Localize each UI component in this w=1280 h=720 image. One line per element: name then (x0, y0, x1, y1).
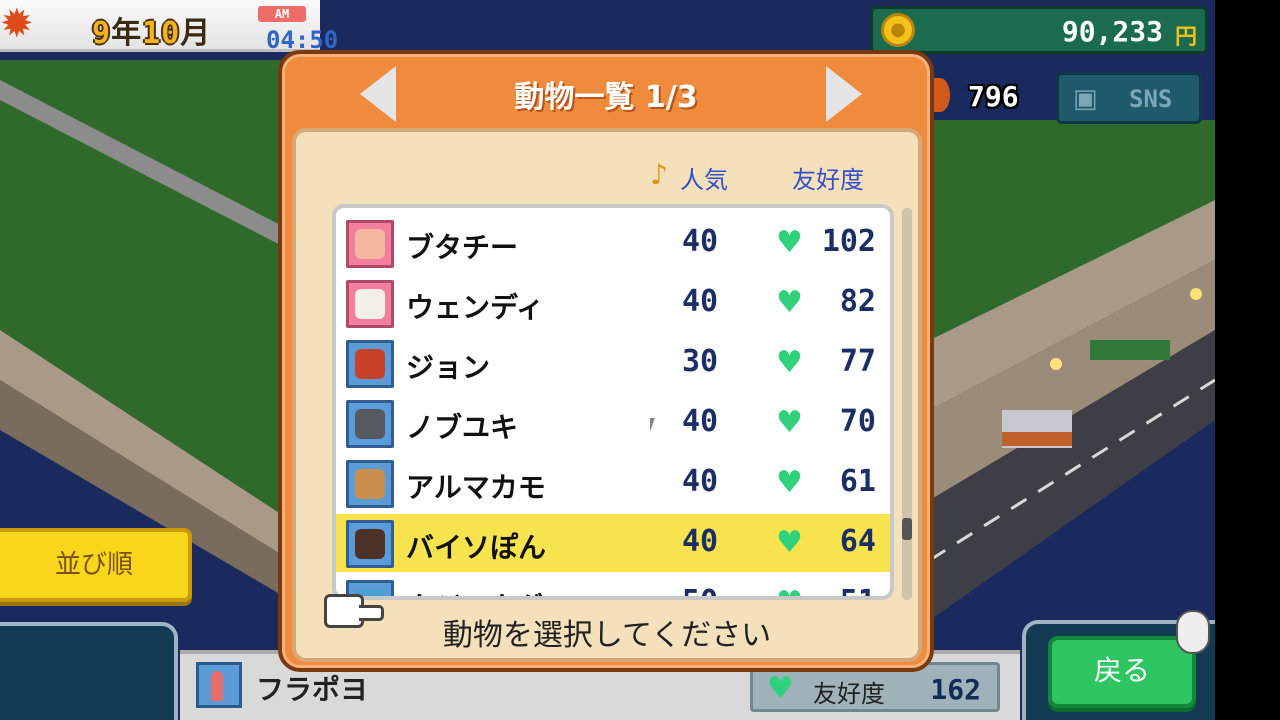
date-time-bar: ✹ 9年10月 AM 04:50 (0, 0, 338, 54)
screen-edge (1215, 0, 1280, 720)
heart-icon: ♥ (776, 405, 803, 440)
friendship-column-header[interactable]: 友好度 (792, 160, 864, 195)
animal-popularity: 30 (682, 344, 719, 379)
animal-row[interactable]: ジョン 30 ♥ 77 (336, 334, 890, 392)
animal-name: クジャクダス (406, 586, 571, 596)
animal-list: ブタチー 40 ♥ 102 ウェンディ 40 ♥ 82 ジョン 30 ♥ 77 ノブユキ 40 ♥ 70 アルマ… (332, 204, 894, 600)
friendship-total-value: 162 (930, 673, 981, 706)
animal-face (355, 349, 385, 379)
dialog-content: ♪ 人気 友好度 ブタチー 40 ♥ 102 ウェンディ 40 ♥ 82 ジョン 30 ♥ 77 ノブユ… (292, 128, 922, 662)
animal-popularity: 40 (682, 284, 719, 319)
animal-row[interactable]: バイソぽん 40 ♥ 64 (336, 514, 890, 572)
animal-row[interactable]: ウェンディ 40 ♥ 82 (336, 274, 890, 332)
animal-friendship: 82 (839, 284, 876, 319)
animal-portrait-icon (346, 520, 394, 568)
instruction-text: 動物を選択してください (442, 618, 772, 653)
animal-friendship: 70 (839, 404, 876, 439)
heart-icon: ♥ (776, 525, 803, 560)
animal-face (355, 229, 385, 259)
ampm-badge: AM (258, 6, 306, 22)
animal-popularity: 40 (682, 464, 719, 499)
animal-popularity: 40 (682, 224, 719, 259)
animal-popularity: 40 (682, 524, 719, 559)
animal-friendship: 77 (839, 344, 876, 379)
mouse-widget-icon[interactable] (1176, 610, 1210, 654)
money-value: 90,233 (1061, 15, 1163, 48)
animal-name: バイソぽん (406, 531, 547, 564)
animal-portrait-icon (346, 280, 394, 328)
animal-name: ジョン (406, 351, 491, 384)
animal-portrait-icon (346, 220, 394, 268)
maple-leaf-icon: ✹ (0, 1, 34, 47)
animal-portrait-icon (346, 460, 394, 508)
animal-name: ウェンディ (406, 291, 545, 324)
animal-friendship: 51 (804, 584, 876, 596)
flamingo-icon (196, 662, 242, 708)
currency-label: 円 (1174, 25, 1197, 50)
game-date: 9年10月 (92, 8, 211, 52)
popularity-column-header[interactable]: 人気 (680, 160, 728, 195)
animal-face (355, 469, 385, 499)
animal-friendship: 102 (821, 224, 876, 259)
animal-row[interactable]: クジャクダス 50 ♥51 (336, 574, 890, 597)
animal-popularity: 40 (682, 404, 719, 439)
heart-icon: ♥ (776, 285, 803, 320)
mouse-cursor-icon (650, 418, 655, 432)
heart-icon: ♥ (776, 586, 803, 597)
animal-row[interactable]: ブタチー 40 ♥ 102 (336, 214, 890, 272)
sns-button[interactable]: ▣ SNS (1056, 72, 1202, 124)
coin-icon: ● (881, 13, 915, 47)
animal-name: アルマカモ (406, 471, 546, 504)
animal-name: ノブユキ (406, 411, 519, 444)
list-scrollbar[interactable] (902, 208, 912, 600)
animal-row[interactable]: ノブユキ 40 ♥ 70 (336, 394, 890, 452)
month-unit: 月 (180, 16, 212, 51)
animal-name: ブタチー (406, 231, 519, 264)
animal-list-dialog: 動物一覧 1/3 ♪ 人気 友好度 ブタチー 40 ♥ 102 ウェンディ 40 ♥ 82 ジョ… (278, 50, 934, 672)
month-value: 10 (142, 16, 181, 51)
heart-icon: ♥ (776, 225, 803, 260)
money-display: ● 90,233 円 (870, 6, 1208, 54)
animal-face (355, 529, 385, 559)
animal-friendship: 61 (839, 464, 876, 499)
animal-row[interactable]: アルマカモ 40 ♥ 61 (336, 454, 890, 512)
sort-order-button[interactable]: 並び順 (0, 528, 192, 602)
scrollbar-thumb[interactable] (902, 518, 912, 540)
left-info-panel (0, 622, 178, 720)
animal-face (355, 289, 385, 319)
heart-icon: ♥ (767, 671, 794, 706)
music-note-icon: ♪ (650, 158, 668, 191)
animal-portrait-icon (346, 340, 394, 388)
back-button[interactable]: 戻る (1048, 636, 1196, 708)
heart-icon: ♥ (776, 345, 803, 380)
year-unit: 年 (111, 16, 143, 51)
heart-icon: ♥ (776, 465, 803, 500)
animal-face (355, 409, 385, 439)
year-value: 9 (92, 16, 112, 51)
friendship-label: 友好度 (813, 680, 885, 708)
sns-label: SNS (1129, 85, 1173, 113)
rank-value: 796 (968, 80, 1019, 113)
animal-portrait-icon (346, 400, 394, 448)
animal-friendship: 64 (839, 524, 876, 559)
selected-animal-name: フラポヨ (256, 673, 369, 706)
animal-popularity: 50 (682, 584, 718, 596)
camera-icon: ▣ (1073, 84, 1098, 114)
right-arrow-icon[interactable] (826, 66, 862, 122)
